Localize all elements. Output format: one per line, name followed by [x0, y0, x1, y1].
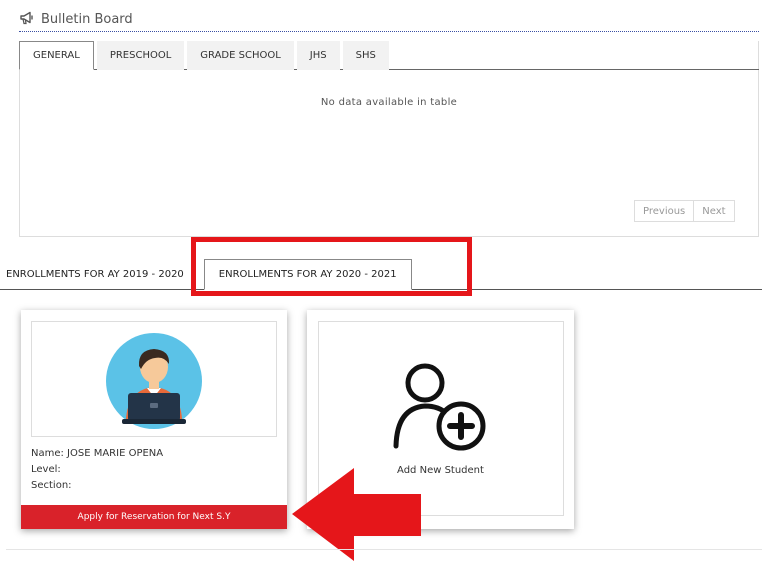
next-button[interactable]: Next: [694, 200, 735, 222]
bulletin-header: Bulletin Board: [19, 10, 133, 29]
student-level: Level:: [31, 464, 61, 475]
bulletin-title: Bulletin Board: [41, 12, 133, 27]
student-info: Name: JOSE MARIE OPENA Level: Section:: [31, 446, 163, 494]
red-arrow-icon: [292, 468, 421, 561]
student-card[interactable]: Name: JOSE MARIE OPENA Level: Section: A…: [21, 310, 287, 529]
tab-general[interactable]: GENERAL: [19, 41, 94, 70]
bottom-divider: [6, 549, 762, 550]
add-user-icon: [393, 363, 486, 451]
student-avatar-icon: [106, 333, 202, 429]
pagination: Previous Next: [634, 200, 735, 222]
apply-reservation-button[interactable]: Apply for Reservation for Next S.Y: [21, 505, 287, 529]
student-photo-frame: [31, 321, 277, 437]
tab-jhs[interactable]: JHS: [296, 41, 340, 70]
empty-table-message: No data available in table: [320, 97, 458, 108]
bulletin-tabs: GENERAL PRESCHOOL GRADE SCHOOL JHS SHS: [19, 41, 392, 70]
tab-shs[interactable]: SHS: [342, 41, 389, 70]
bulletin-divider: [19, 31, 759, 32]
previous-button[interactable]: Previous: [634, 200, 695, 222]
tab-grade-school[interactable]: GRADE SCHOOL: [187, 41, 294, 70]
megaphone-icon: [19, 10, 35, 29]
student-name: Name: JOSE MARIE OPENA: [31, 448, 164, 459]
highlight-box: [191, 237, 472, 296]
tab-preschool[interactable]: PRESCHOOL: [96, 41, 185, 70]
student-section: Section:: [31, 480, 72, 491]
tab-enrollments-2019-2020[interactable]: ENROLLMENTS FOR AY 2019 - 2020: [6, 259, 191, 290]
